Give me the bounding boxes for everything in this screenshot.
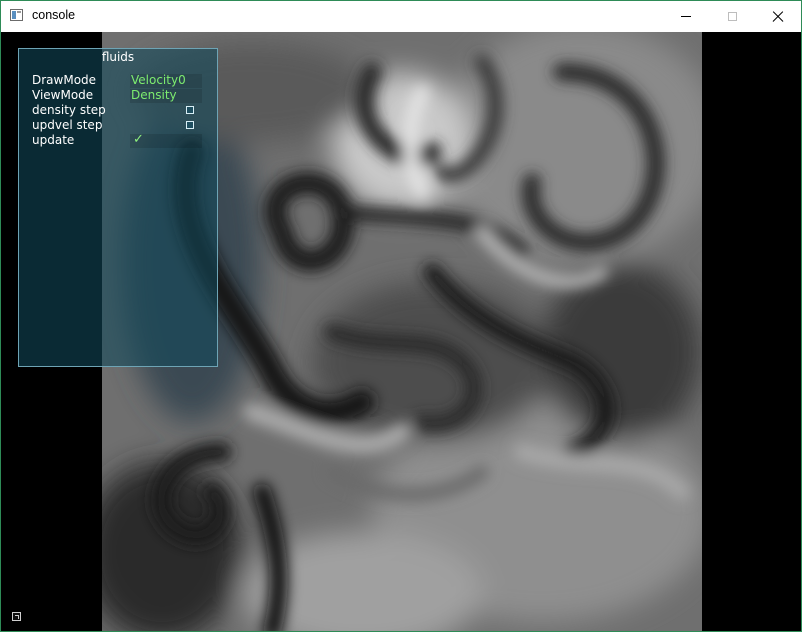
close-icon [772,11,784,23]
minimize-button[interactable] [663,1,709,32]
updvel-step-row[interactable]: updvel step [32,118,202,133]
console-window: console fluids DrawMode Velocity0 ViewMo… [0,0,802,632]
updvel-step-label: updvel step [32,118,103,132]
maximize-icon [727,12,737,21]
drawmode-label: DrawMode [32,73,97,87]
app-window-icon [10,9,23,21]
drawmode-row[interactable]: DrawMode Velocity0 [32,73,202,88]
close-button[interactable] [755,1,801,32]
drawmode-value[interactable]: Velocity0 [131,73,186,87]
checkmark-icon[interactable]: ✓ [133,132,144,147]
updvel-step-checkbox[interactable] [186,121,194,129]
density-step-checkbox[interactable] [186,106,194,114]
density-step-label: density step [32,103,106,117]
minimize-icon [681,16,691,17]
maximize-button[interactable] [709,1,755,32]
panel-title[interactable]: fluids [19,50,217,64]
fluids-control-panel: fluids DrawMode Velocity0 ViewMode Densi… [18,48,218,367]
update-label: update [32,133,75,147]
density-step-row[interactable]: density step [32,103,202,118]
viewmode-value[interactable]: Density [131,88,177,102]
update-row[interactable]: update ✓ [32,132,202,148]
resize-icon[interactable] [12,612,21,621]
render-viewport[interactable]: fluids DrawMode Velocity0 ViewMode Densi… [1,32,801,631]
title-bar[interactable]: console [1,1,801,32]
window-title: console [32,8,76,22]
viewmode-label: ViewMode [32,88,94,102]
viewmode-row[interactable]: ViewMode Density [32,88,202,103]
